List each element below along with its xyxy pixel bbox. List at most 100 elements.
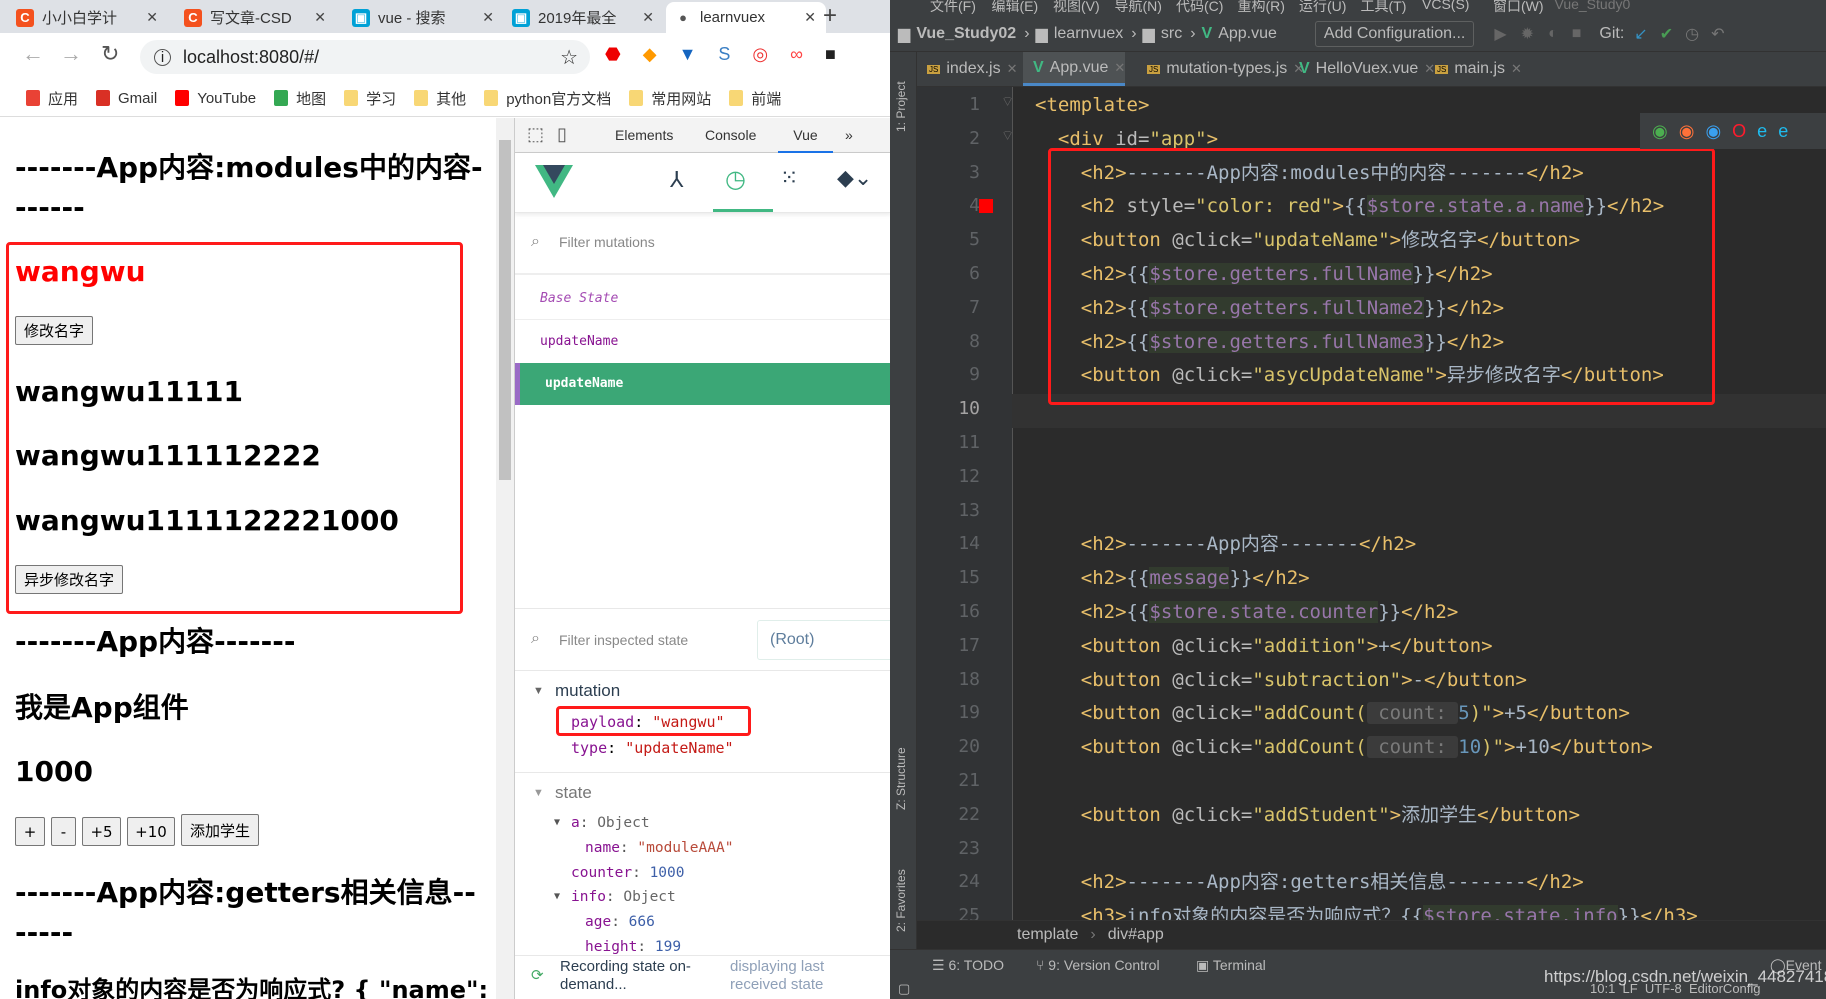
mutation-base-state[interactable]: Base State xyxy=(515,278,890,320)
vuex-history-icon[interactable]: ◷ xyxy=(725,165,746,194)
git-commit-icon[interactable]: ✔ xyxy=(1660,24,1673,44)
bookmark-item[interactable]: Gmail xyxy=(96,90,157,107)
chrome-icon[interactable]: ◉ xyxy=(1652,121,1668,142)
mutation-item[interactable]: updateName xyxy=(515,321,890,363)
close-tab-icon[interactable]: ✕ xyxy=(482,9,494,26)
async-update-name-button[interactable]: 异步修改名字 xyxy=(15,565,124,594)
menu-item[interactable]: 重构(R) xyxy=(1238,0,1285,16)
editor-tab[interactable]: JS index.js ✕ xyxy=(917,52,1018,86)
menu-item[interactable]: 工具(T) xyxy=(1361,0,1407,16)
collapse-arrow-icon[interactable]: ▼ xyxy=(533,787,544,799)
close-tab-icon[interactable]: ✕ xyxy=(314,9,326,26)
bookmark-item[interactable]: 其他 xyxy=(414,88,466,109)
reload-icon[interactable]: ↻ xyxy=(101,41,119,67)
bookmark-item[interactable]: 地图 xyxy=(274,88,326,109)
mutation-item-selected[interactable]: updateName xyxy=(515,363,890,405)
events-icon[interactable]: ⁙ xyxy=(780,165,798,191)
add-configuration-button[interactable]: Add Configuration... xyxy=(1314,20,1475,47)
close-tab-icon[interactable]: ✕ xyxy=(1007,61,1018,77)
menu-item[interactable]: Vue_Study0 xyxy=(1555,0,1631,12)
inspect-icon[interactable]: ⬚ xyxy=(527,124,544,145)
expand-arrow-icon[interactable]: ▼ xyxy=(554,817,560,828)
nav-src[interactable]: src xyxy=(1161,25,1182,43)
tampermonkey-icon[interactable]: ■ xyxy=(825,44,836,65)
ie-icon[interactable]: e xyxy=(1757,121,1767,142)
tab-console[interactable]: Console xyxy=(705,118,756,153)
git-history-icon[interactable]: ◷ xyxy=(1685,24,1699,44)
coverage-icon[interactable]: ◐ xyxy=(1548,25,1558,43)
device-toolbar-icon[interactable]: ▯ xyxy=(557,124,567,145)
bookmark-star-icon[interactable]: ☆ xyxy=(560,45,578,70)
add-10-button[interactable]: +10 xyxy=(127,817,175,846)
bookmark-item[interactable]: 应用 xyxy=(26,88,78,109)
tab-vue[interactable]: Vue xyxy=(778,118,833,153)
bookmark-item[interactable]: python官方文档 xyxy=(484,88,611,109)
update-name-button[interactable]: 修改名字 xyxy=(15,316,94,345)
browser-tab[interactable]: ● learnvuex ✕ xyxy=(666,2,826,33)
menu-item[interactable]: VCS(S) xyxy=(1422,0,1469,12)
toggle-tool-windows-icon[interactable]: ▢ xyxy=(898,981,910,997)
address-bar[interactable]: i localhost:8080/#/ ☆ xyxy=(140,40,590,74)
menu-item[interactable]: 窗口(W) xyxy=(1493,0,1544,16)
edge-icon[interactable]: e xyxy=(1778,121,1788,142)
tab-elements[interactable]: Elements xyxy=(615,118,673,153)
record-icon[interactable]: ◎ xyxy=(752,44,768,65)
firefox-icon[interactable]: ◉ xyxy=(1679,121,1695,142)
git-rollback-icon[interactable]: ↶ xyxy=(1711,24,1724,44)
s-icon[interactable]: S xyxy=(718,44,730,65)
forward-icon[interactable]: → xyxy=(60,41,82,67)
scrollbar-thumb[interactable] xyxy=(499,140,511,480)
filter-mutations-input[interactable]: Filter mutations xyxy=(559,234,655,250)
bookmark-item[interactable]: 前端 xyxy=(729,88,781,109)
safari-icon[interactable]: ◉ xyxy=(1705,121,1721,142)
menu-item[interactable]: 运行(U) xyxy=(1299,0,1346,16)
menu-item[interactable]: 视图(V) xyxy=(1053,0,1100,16)
browser-tab[interactable]: C 小小白学计 ✕ xyxy=(8,2,168,33)
menu-item[interactable]: 编辑(E) xyxy=(992,0,1039,16)
editor-tab[interactable]: V HelloVuex.vue ✕ xyxy=(1289,52,1435,86)
breadcrumb-div-app[interactable]: div#app xyxy=(1108,926,1164,943)
menu-item[interactable]: 文件(F) xyxy=(930,0,976,16)
collapse-arrow-icon[interactable]: ▼ xyxy=(533,685,544,697)
opera-icon[interactable]: O xyxy=(1732,121,1746,142)
components-icon[interactable]: ⅄ xyxy=(670,167,683,193)
more-tabs-button[interactable]: » xyxy=(845,118,853,153)
nav-project[interactable]: Vue_Study02 xyxy=(916,25,1016,43)
routing-icon[interactable]: ◆⌄ xyxy=(837,165,872,191)
nav-learnvuex[interactable]: learnvuex xyxy=(1054,25,1123,43)
close-tab-icon[interactable]: ✕ xyxy=(1511,61,1522,77)
close-tab-icon[interactable]: ✕ xyxy=(804,9,816,26)
debug-icon[interactable]: ✹ xyxy=(1521,24,1534,44)
addition-button[interactable]: + xyxy=(15,817,45,846)
bookmark-item[interactable]: YouTube xyxy=(175,90,256,107)
fold-icon[interactable]: ⌔ xyxy=(1001,93,1014,111)
adblock-icon[interactable]: ⬣ xyxy=(605,44,621,65)
run-icon[interactable]: ▶ xyxy=(1494,24,1506,44)
menu-item[interactable]: 导航(N) xyxy=(1115,0,1162,16)
vpn-icon[interactable]: ▼ xyxy=(679,44,697,65)
close-tab-icon[interactable]: ✕ xyxy=(642,9,654,26)
back-icon[interactable]: ← xyxy=(22,41,44,67)
add-student-button[interactable]: 添加学生 xyxy=(181,814,260,846)
root-selector[interactable]: (Root) xyxy=(757,620,890,660)
breadcrumb-template[interactable]: template xyxy=(1017,926,1078,943)
browser-tab[interactable]: ▣ 2019年最全 ✕ xyxy=(504,2,664,33)
expand-arrow-icon[interactable]: ▼ xyxy=(554,891,560,902)
fold-icon[interactable]: ⌔ xyxy=(1001,127,1014,145)
add-5-button[interactable]: +5 xyxy=(82,817,121,846)
infinity-icon[interactable]: ∞ xyxy=(790,44,803,65)
nav-app-vue[interactable]: App.vue xyxy=(1218,25,1277,43)
browser-tab[interactable]: ▣ vue - 搜索 ✕ xyxy=(344,2,504,33)
close-tab-icon[interactable]: ✕ xyxy=(146,9,158,26)
close-tab-icon[interactable]: ✕ xyxy=(1114,60,1125,76)
filter-state-input[interactable]: Filter inspected state xyxy=(559,632,688,648)
extension-icon[interactable]: ◆ xyxy=(643,44,657,65)
version-control-tool-button[interactable]: ⑂ 9: Version Control xyxy=(1036,950,1160,980)
editor-tab[interactable]: JS mutation-types.js ✕ xyxy=(1137,52,1304,86)
bookmark-item[interactable]: 学习 xyxy=(344,88,396,109)
stop-icon[interactable]: ■ xyxy=(1572,25,1582,43)
todo-tool-button[interactable]: ☰ 6: TODO xyxy=(932,950,1004,980)
refresh-icon[interactable]: ⟳ xyxy=(531,966,544,984)
editor-tab[interactable]: V App.vue ✕ xyxy=(1023,52,1126,86)
bookmark-item[interactable]: 常用网站 xyxy=(629,88,711,109)
